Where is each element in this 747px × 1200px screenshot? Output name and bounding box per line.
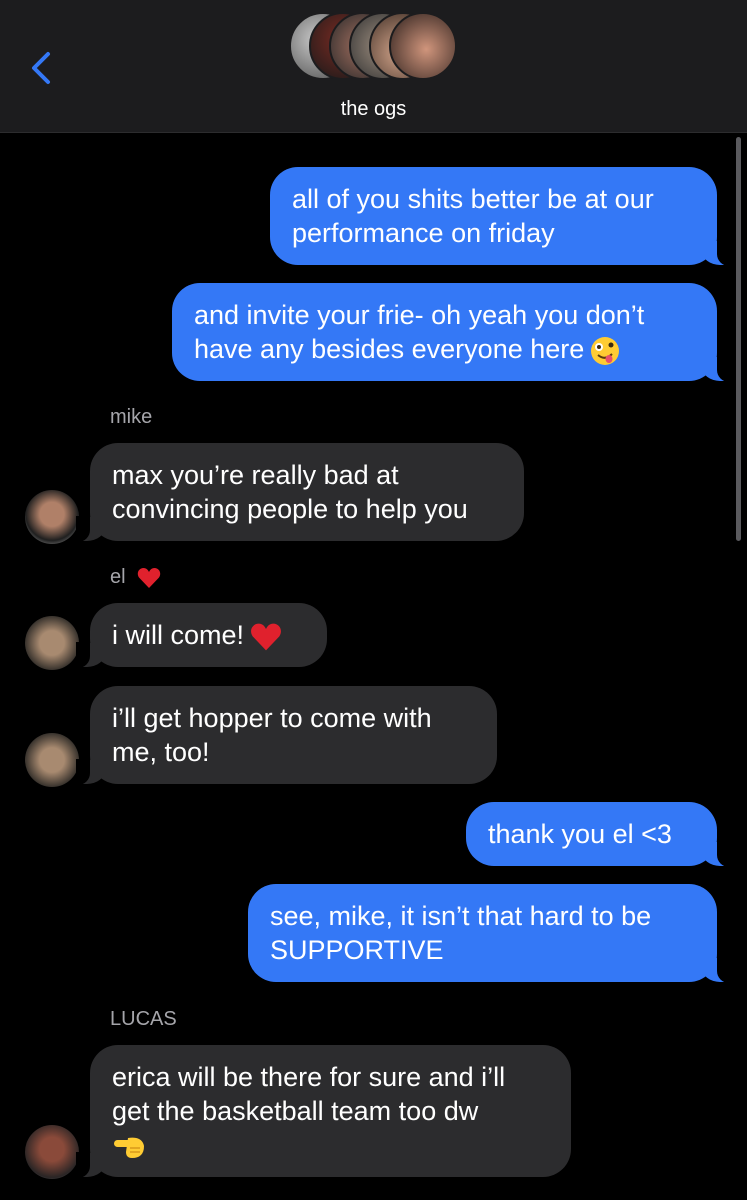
backhand-index-pointing-left-icon	[114, 1137, 144, 1158]
red-heart-icon	[137, 567, 161, 588]
avatar[interactable]	[25, 733, 79, 787]
avatar[interactable]	[25, 1125, 79, 1179]
message-text: i will come!	[112, 620, 245, 650]
group-avatar-stack[interactable]	[289, 12, 459, 84]
message-text: all of you shits better be at our perfor…	[292, 184, 654, 248]
conversation-header: the ogs	[0, 0, 747, 133]
sender-name: LUCAS	[110, 1008, 177, 1030]
group-title[interactable]: the ogs	[0, 98, 747, 121]
incoming-message[interactable]: erica will be there for sure and i’ll ge…	[76, 1045, 571, 1178]
incoming-message[interactable]: i’ll get hopper to come with me, too!	[76, 686, 497, 785]
incoming-message[interactable]: i will come!	[76, 603, 327, 668]
incoming-message[interactable]: max you’re really bad at convincing peop…	[76, 443, 524, 542]
outgoing-message[interactable]: thank you el <3	[466, 802, 731, 867]
message-text: max you’re really bad at convincing peop…	[112, 460, 468, 524]
outgoing-message[interactable]: see, mike, it isn’t that hard to be SUPP…	[248, 884, 731, 983]
zany-face-icon	[591, 336, 620, 365]
avatar[interactable]	[25, 490, 79, 544]
message-text: and invite your frie- oh yeah you don’t …	[194, 300, 645, 364]
message-text: i’ll get hopper to come with me, too!	[112, 703, 432, 767]
sender-name: el	[110, 566, 126, 588]
outgoing-message[interactable]: all of you shits better be at our perfor…	[270, 167, 731, 266]
message-text: thank you el <3	[488, 819, 672, 849]
sender-name: mike	[110, 406, 153, 428]
outgoing-message[interactable]: and invite your frie- oh yeah you don’t …	[172, 283, 731, 382]
sender-name-row: el	[110, 566, 161, 589]
message-text: see, mike, it isn’t that hard to be SUPP…	[270, 901, 652, 965]
avatar	[389, 12, 457, 80]
scroll-indicator[interactable]	[736, 137, 741, 541]
avatar[interactable]	[25, 616, 79, 670]
red-heart-icon	[251, 623, 281, 651]
message-text: erica will be there for sure and i’ll ge…	[112, 1062, 506, 1126]
chevron-left-icon[interactable]	[22, 46, 62, 90]
